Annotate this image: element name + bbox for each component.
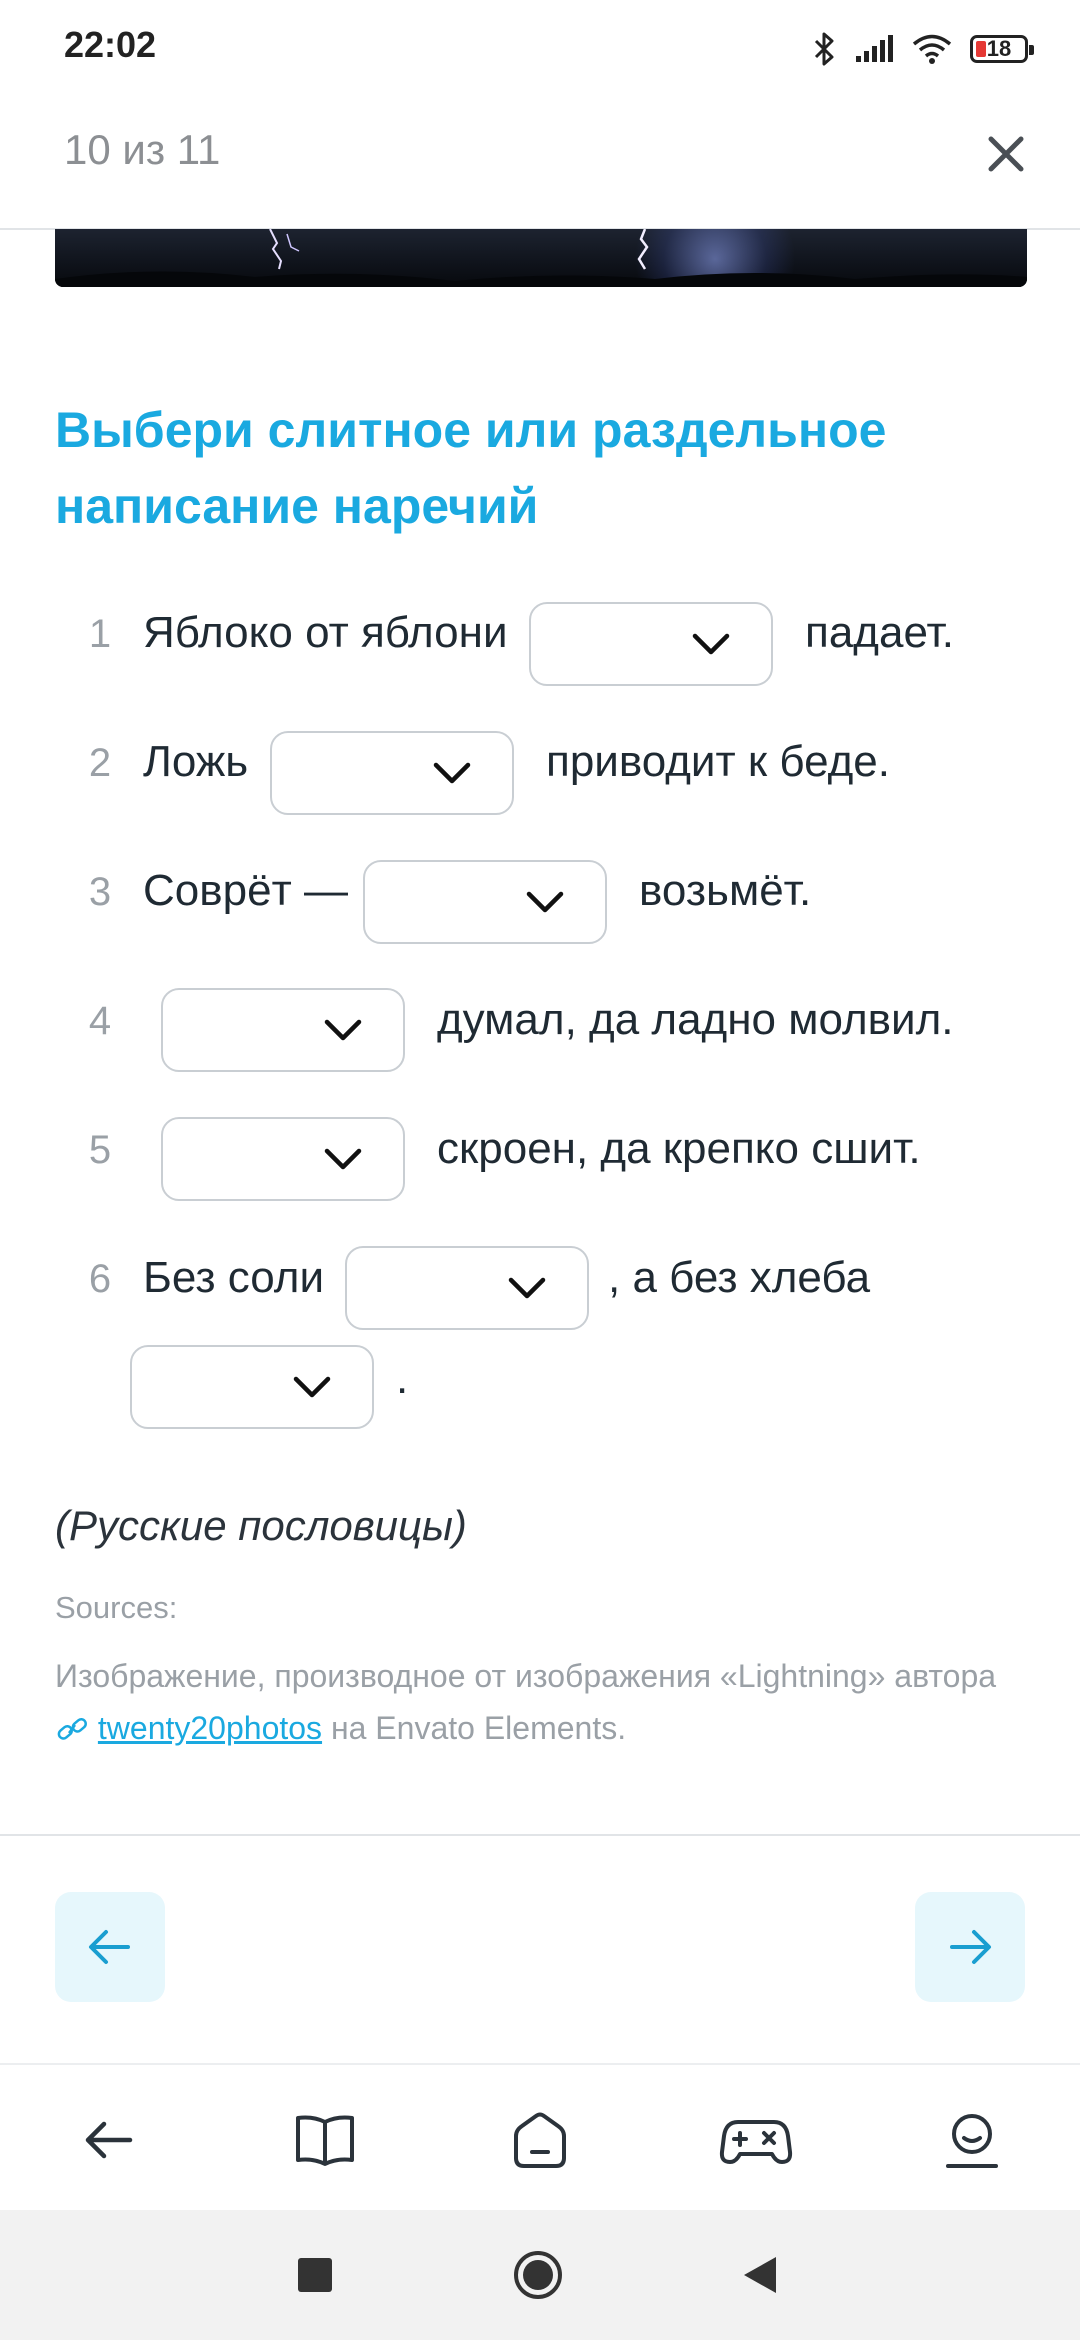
image-credit: Изображение, производное от изображения … (55, 1650, 1015, 1754)
next-button[interactable] (915, 1892, 1025, 2002)
close-button[interactable] (976, 124, 1036, 184)
bluetooth-icon (814, 32, 834, 66)
sentence-number: 4 (88, 999, 112, 1043)
back-system-button[interactable] (740, 2254, 780, 2296)
sentence-number: 1 (88, 612, 112, 656)
answer-dropdown-6a[interactable] (345, 1246, 589, 1330)
tab-profile[interactable] (932, 2100, 1012, 2180)
home-icon (514, 2112, 566, 2168)
battery-level: 18 (986, 36, 1012, 61)
close-icon (988, 136, 1024, 172)
sentence-text-after: скроен, да крепко сшит. (437, 1124, 921, 1173)
chevron-down-icon (508, 1277, 546, 1299)
back-arrow-icon (85, 2121, 133, 2159)
sentence-end: . (396, 1354, 409, 1403)
sentence-number: 3 (88, 870, 112, 914)
sentence-text-after: приводит к беде. (546, 737, 890, 786)
answer-dropdown-5[interactable] (161, 1117, 405, 1201)
sources-label: Sources: (55, 1590, 178, 1625)
chevron-down-icon (433, 762, 471, 784)
sentence-text-before: Соврёт — (143, 866, 348, 915)
answer-dropdown-1[interactable] (529, 602, 773, 686)
chevron-down-icon (324, 1148, 362, 1170)
sentence-text-before: Без соли (143, 1253, 325, 1302)
status-icons: 18 (812, 26, 1034, 72)
source-note: (Русские пословицы) (55, 1502, 467, 1549)
content-divider (0, 1834, 1080, 1836)
answer-dropdown-4[interactable] (161, 988, 405, 1072)
tab-library[interactable] (285, 2100, 365, 2180)
sentence-number: 2 (88, 741, 112, 785)
gamepad-icon (719, 2120, 793, 2164)
recent-apps-button[interactable] (298, 2258, 332, 2292)
status-time: 22:02 (64, 24, 157, 65)
sentence-text-after: , а без хлеба (608, 1253, 871, 1302)
sentence-number: 5 (88, 1128, 112, 1172)
sentence-text-after: падает. (805, 608, 954, 657)
answer-dropdown-6b[interactable] (130, 1345, 374, 1429)
back-triangle-icon (744, 2257, 776, 2293)
sentence-text-after: возьмёт. (639, 866, 812, 915)
arrow-right-icon (950, 1930, 991, 1964)
signal-icon (856, 35, 893, 62)
credit-text: Изображение, производное от изображения … (55, 1658, 997, 1694)
chevron-down-icon (324, 1019, 362, 1041)
tab-back[interactable] (68, 2100, 148, 2180)
sentence-text-before: Яблоко от яблони (143, 608, 508, 657)
task-title: Выбери слитное или раздельное написание … (55, 402, 887, 534)
arrow-left-icon (89, 1930, 130, 1964)
profile-icon (946, 2114, 998, 2168)
battery-icon: 18 (970, 35, 1034, 63)
answer-dropdown-3[interactable] (363, 860, 607, 944)
home-system-button[interactable] (513, 2250, 563, 2300)
answer-dropdown-2[interactable] (270, 731, 514, 815)
sentence-number: 6 (88, 1257, 112, 1301)
tab-home[interactable] (500, 2100, 580, 2180)
chevron-down-icon (526, 891, 564, 913)
sentence-text-before: Ложь (143, 737, 249, 786)
tab-games[interactable] (716, 2100, 796, 2180)
chevron-down-icon (692, 633, 730, 655)
progress-indicator: 10 из 11 (64, 126, 221, 173)
credit-text-end: на Envato Elements. (330, 1710, 627, 1746)
link-icon (57, 1718, 87, 1740)
sentence-text-after: думал, да ладно молвил. (437, 995, 954, 1044)
lightning-image (55, 229, 1027, 287)
chevron-down-icon (293, 1376, 331, 1398)
book-icon (296, 2115, 354, 2166)
wifi-icon (912, 34, 952, 64)
credit-link[interactable]: twenty20photos (98, 1710, 322, 1746)
previous-button[interactable] (55, 1892, 165, 2002)
home-circle-icon (514, 2251, 562, 2299)
